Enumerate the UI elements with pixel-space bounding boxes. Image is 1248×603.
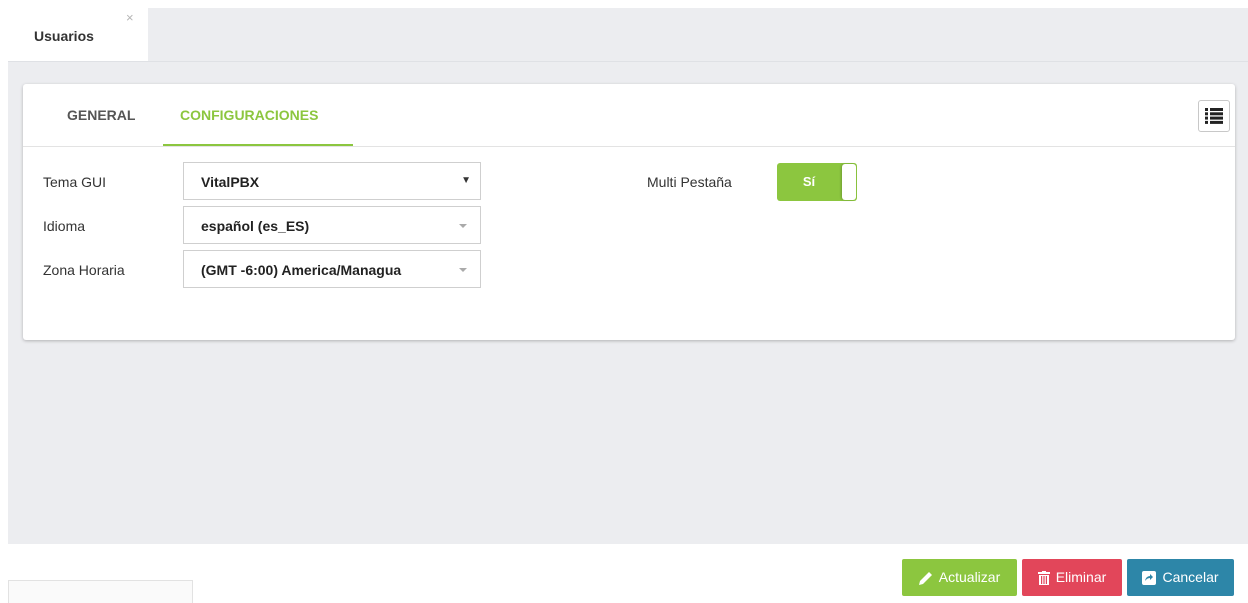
update-button-label: Actualizar: [938, 569, 1001, 585]
window-tab-bar: Usuarios ×: [8, 8, 1248, 62]
language-label: Idioma: [43, 218, 86, 234]
caret-down-icon: [459, 224, 467, 228]
active-tab-indicator: [163, 144, 353, 146]
multitab-toggle[interactable]: Sí: [777, 163, 857, 201]
timezone-label: Zona Horaria: [43, 262, 125, 278]
share-icon: [1142, 570, 1157, 585]
tab-configuraciones[interactable]: CONFIGURACIONES: [180, 84, 318, 145]
cancel-button[interactable]: Cancelar: [1127, 559, 1234, 596]
theme-select[interactable]: VitalPBX ▼: [183, 162, 481, 200]
theme-select-value: VitalPBX: [201, 174, 260, 190]
window-tab-usuarios[interactable]: Usuarios ×: [8, 8, 148, 61]
pencil-icon: [918, 571, 932, 585]
trash-icon: [1037, 570, 1050, 585]
app: Usuarios × GENERAL CONFIGURACIONES Tema …: [8, 0, 1248, 603]
delete-button[interactable]: Eliminar: [1022, 559, 1122, 596]
timezone-select[interactable]: (GMT -6:00) America/Managua: [183, 250, 481, 288]
delete-button-label: Eliminar: [1055, 569, 1107, 585]
list-view-button[interactable]: [1198, 100, 1230, 132]
multitab-label: Multi Pestaña: [647, 174, 732, 190]
language-select-value: español (es_ES): [201, 218, 310, 234]
cancel-button-label: Cancelar: [1162, 569, 1219, 585]
panel-tab-bar: GENERAL CONFIGURACIONES: [23, 84, 1235, 147]
top-strip: [8, 0, 1248, 8]
window-tab-label: Usuarios: [34, 28, 94, 44]
list-icon: [1205, 108, 1223, 124]
toggle-state-label: Sí: [802, 174, 816, 189]
toggle-knob: [842, 164, 856, 200]
theme-label: Tema GUI: [43, 174, 107, 190]
timezone-select-value: (GMT -6:00) America/Managua: [201, 262, 402, 278]
close-icon[interactable]: ×: [126, 11, 134, 24]
update-button[interactable]: Actualizar: [902, 559, 1017, 596]
caret-down-icon: [459, 268, 467, 272]
tab-general[interactable]: GENERAL: [67, 84, 135, 145]
bottom-left-card: [8, 580, 193, 603]
language-select[interactable]: español (es_ES): [183, 206, 481, 244]
caret-down-icon: ▼: [461, 175, 471, 186]
